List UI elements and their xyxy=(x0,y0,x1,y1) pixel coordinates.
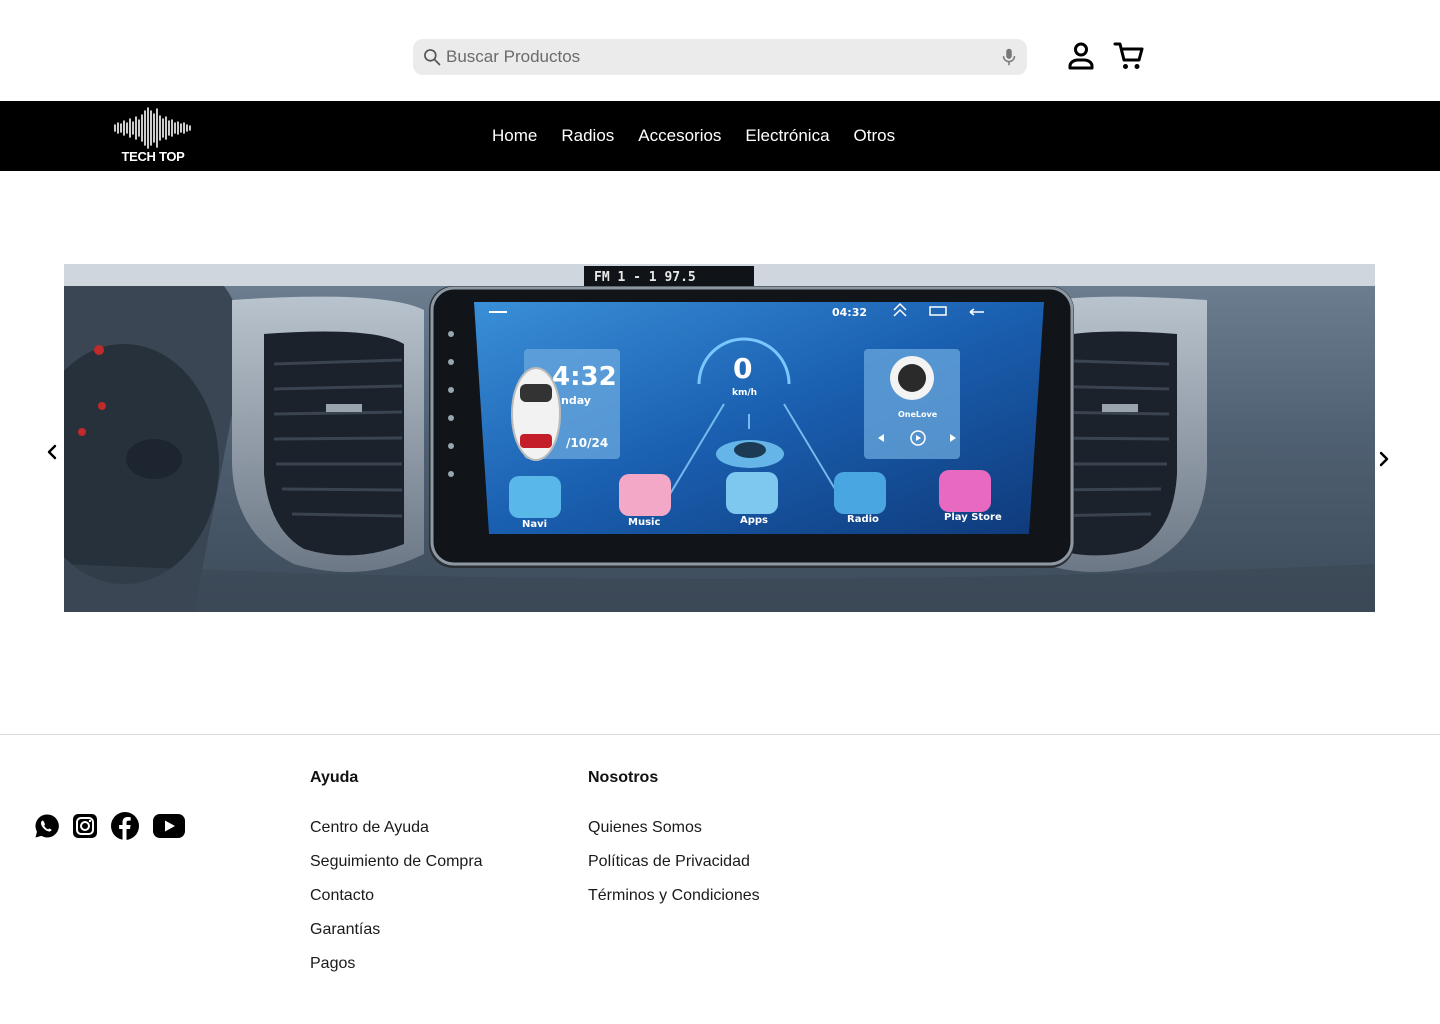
speedometer-value: 0 xyxy=(733,352,752,385)
footer: Ayuda Centro de Ayuda Seguimiento de Com… xyxy=(0,734,1440,1024)
app-label-radio: Radio xyxy=(847,514,879,525)
radio-app-icon xyxy=(834,472,886,514)
speedometer-unit: km/h xyxy=(732,388,757,398)
nav-item-otros[interactable]: Otros xyxy=(842,126,908,146)
music-caption: OneLove xyxy=(898,410,938,419)
logo[interactable]: TECH TOP xyxy=(110,105,196,167)
hero-carousel[interactable]: FM 1 - 1 97.5 04:32 4:32 nday /10/24 0 k… xyxy=(64,264,1375,612)
footer-link-seguimiento-de-compra[interactable]: Seguimiento de Compra xyxy=(310,853,483,887)
footer-link-contacto[interactable]: Contacto xyxy=(310,887,483,921)
instagram-icon[interactable] xyxy=(72,813,98,839)
nav-item-electronica[interactable]: Electrónica xyxy=(733,126,841,146)
car-sticker-image xyxy=(511,367,561,461)
search-bar[interactable] xyxy=(413,39,1027,75)
app-label-music: Music xyxy=(628,517,660,528)
footer-about-title: Nosotros xyxy=(588,769,659,786)
logo-text: TECH TOP xyxy=(121,149,185,164)
footer-link-quienes-somos[interactable]: Quienes Somos xyxy=(588,819,760,853)
nav-item-accesorios[interactable]: Accesorios xyxy=(626,126,733,146)
sound-wave-logo-icon xyxy=(114,107,191,149)
footer-help-column: Ayuda Centro de Ayuda Seguimiento de Com… xyxy=(310,769,483,989)
footer-link-pagos[interactable]: Pagos xyxy=(310,955,483,989)
user-icon[interactable] xyxy=(1066,41,1096,71)
nav-item-radios[interactable]: Radios xyxy=(549,126,626,146)
nav-menu: Home Radios Accesorios Electrónica Otros xyxy=(480,101,907,171)
footer-link-politicas-de-privacidad[interactable]: Políticas de Privacidad xyxy=(588,853,760,887)
music-app-icon xyxy=(619,474,671,516)
chevron-left-icon[interactable] xyxy=(40,440,64,464)
facebook-icon[interactable] xyxy=(110,811,140,841)
search-icon xyxy=(424,49,441,66)
top-bar xyxy=(0,0,1440,101)
app-label-navi: Navi xyxy=(522,519,547,530)
microphone-icon[interactable] xyxy=(998,46,1020,68)
youtube-icon[interactable] xyxy=(152,812,186,840)
social-links xyxy=(34,811,198,841)
navi-app-icon xyxy=(509,476,561,518)
widget-day: nday xyxy=(561,394,591,407)
car-radio-banner-image: FM 1 - 1 97.5 04:32 4:32 nday /10/24 0 k… xyxy=(64,264,1375,612)
chevron-right-icon[interactable] xyxy=(1372,447,1396,471)
apps-app-icon xyxy=(726,472,778,514)
cart-icon[interactable] xyxy=(1113,41,1145,71)
main-nav: TECH TOP Home Radios Accesorios Electrón… xyxy=(0,101,1440,171)
app-label-play-store: Play Store xyxy=(944,512,1002,523)
footer-link-terminos-y-condiciones[interactable]: Términos y Condiciones xyxy=(588,887,760,921)
play-store-app-icon xyxy=(939,470,991,512)
search-input[interactable] xyxy=(446,39,986,75)
footer-about-column: Nosotros Quienes Somos Políticas de Priv… xyxy=(588,769,760,921)
footer-link-garantias[interactable]: Garantías xyxy=(310,921,483,955)
dash-display-text: FM 1 - 1 97.5 xyxy=(594,270,696,285)
widget-clock: 4:32 xyxy=(552,362,617,392)
widget-date: /10/24 xyxy=(566,436,608,450)
app-label-apps: Apps xyxy=(740,515,768,526)
footer-link-centro-de-ayuda[interactable]: Centro de Ayuda xyxy=(310,819,483,853)
whatsapp-icon[interactable] xyxy=(34,813,60,839)
nav-item-home[interactable]: Home xyxy=(480,126,549,146)
status-time: 04:32 xyxy=(832,306,867,319)
footer-help-title: Ayuda xyxy=(310,769,359,786)
